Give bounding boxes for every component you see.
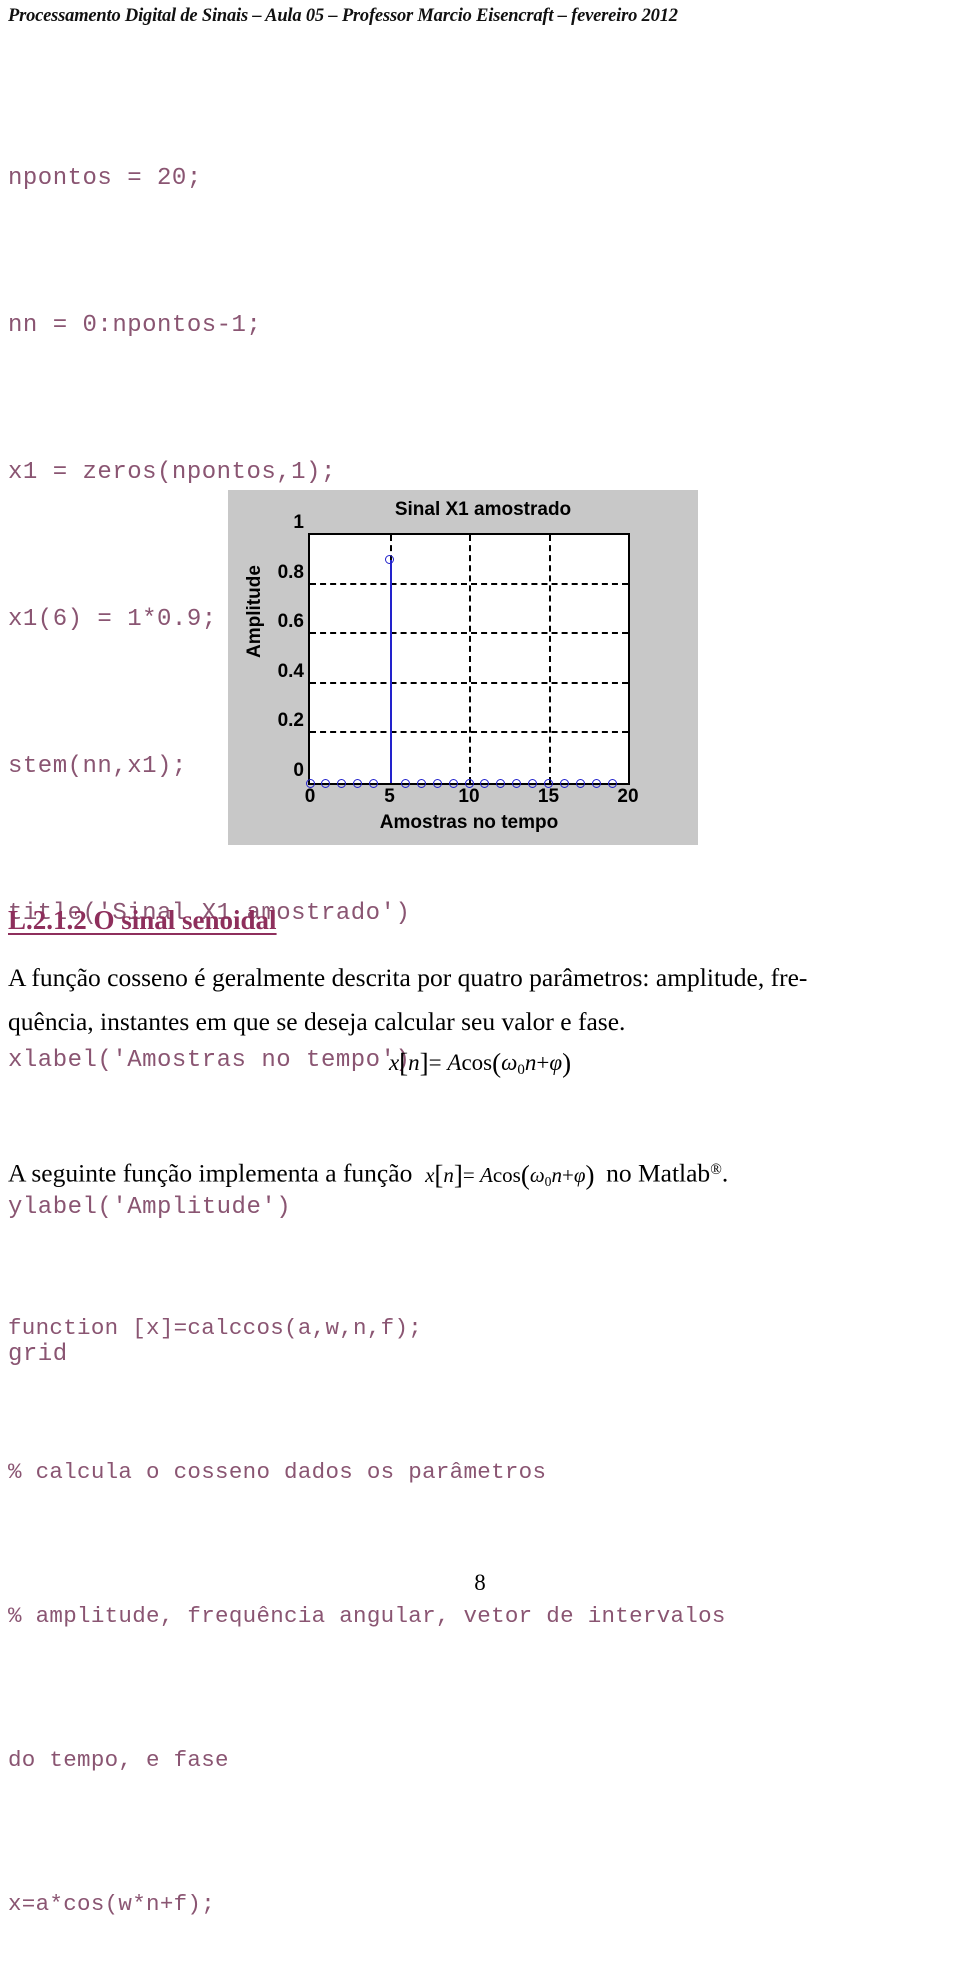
chart-data-marker [575, 778, 585, 788]
chart-y-tick-label: 0.8 [277, 561, 304, 583]
code-line: do tempo, e fase [8, 1747, 229, 1773]
page-running-header: Processamento Digital de Sinais – Aula 0… [8, 6, 678, 26]
chart-y-tick-label: 0.6 [277, 611, 304, 633]
chart-data-marker [432, 778, 442, 788]
chart-y-axis-label: Amplitude [244, 565, 265, 658]
chart-y-tick-label: 0.2 [277, 710, 304, 732]
section-heading: L.2.1.2 O sinal senoidal [8, 905, 277, 935]
chart-data-marker [448, 778, 458, 788]
paragraph-text-after: no Matlab [606, 1158, 711, 1188]
inline-equation-cosine: x[n]= Acos(ω0n+φ) [425, 1159, 600, 1190]
code-line: nn = 0:npontos-1; [8, 312, 262, 339]
inline-eq-omega: ω [529, 1162, 545, 1187]
chart-data-marker [337, 778, 347, 788]
chart-x-tick-label: 20 [617, 786, 639, 807]
equation-omega-subscript: 0 [517, 1062, 525, 1079]
code-line: function [x]=calccos(a,w,n,f); [8, 1315, 423, 1341]
chart-data-marker [385, 555, 394, 565]
equation-cos: cos [461, 1050, 493, 1075]
inline-eq-amplitude: A [480, 1162, 493, 1187]
chart-data-marker [544, 778, 553, 788]
inline-eq-cos: cos [492, 1162, 521, 1187]
page-number: 8 [474, 1570, 486, 1595]
chart-data-marker [400, 778, 410, 788]
registered-trademark-icon: ® [710, 1161, 722, 1178]
inline-eq-equals: = [462, 1162, 475, 1187]
paragraph-intro: A função cosseno é geralmente descrita p… [8, 956, 952, 1044]
chart-y-tick-label: 0.4 [277, 660, 304, 682]
inline-eq-var-n: n [443, 1162, 454, 1187]
chart-data-marker [464, 778, 474, 788]
chart-gridline-vertical [469, 535, 471, 783]
equation-omega: ω [501, 1050, 518, 1075]
inline-eq-plus: + [561, 1162, 574, 1187]
chart-plot-area: 0 0.2 0.4 0.6 0.8 1 0 5 10 15 20 [278, 512, 639, 807]
inline-eq-var-x: x [425, 1162, 435, 1187]
chart-x-tick-label: 5 [384, 786, 395, 807]
equation-paren-open: ( [492, 1048, 502, 1078]
inline-eq-var-n2: n [551, 1162, 562, 1187]
chart-x-axis-label: Amostras no tempo [379, 812, 559, 833]
paragraph-text-end: . [721, 1158, 729, 1188]
paragraph-text-before: A seguinte função implementa a função [8, 1158, 413, 1188]
chart-x-tick-label: 15 [537, 786, 560, 807]
chart-gridline-vertical [548, 535, 551, 783]
equation-bracket-open: [ [399, 1048, 409, 1078]
chart-data-marker [353, 778, 363, 788]
chart-data-marker [512, 778, 522, 788]
equation-plus: + [536, 1050, 550, 1075]
chart-data-marker [480, 778, 490, 788]
equation-var-n: n [408, 1050, 420, 1075]
paragraph-line: A função cosseno é geralmente descrita p… [8, 963, 808, 992]
chart-stem-line [389, 559, 392, 783]
figure-canvas: Sinal X1 amostrado Amplitude Amostras no… [228, 490, 698, 845]
chart-data-marker [559, 778, 569, 788]
inline-eq-phi: φ [573, 1162, 586, 1187]
chart-data-marker [416, 778, 426, 788]
inline-eq-paren-open: ( [520, 1159, 530, 1190]
chart-data-marker [607, 778, 617, 788]
display-equation-cosine: x[n]= Acos(ω0n+φ) [0, 1048, 960, 1079]
chart-data-marker [321, 778, 331, 788]
chart-y-tick-label: 1 [293, 512, 304, 533]
equation-var-n2: n [524, 1050, 537, 1075]
code-line: % calcula o cosseno dados os parâmetros [8, 1459, 547, 1485]
chart-data-marker [591, 778, 601, 788]
chart-data-marker [305, 778, 315, 788]
equation-amplitude: A [447, 1050, 462, 1075]
chart-data-marker [369, 778, 379, 788]
chart-data-marker [496, 778, 506, 788]
equation-phi: φ [549, 1050, 563, 1075]
paragraph-line: quência, instantes em que se deseja calc… [8, 1007, 626, 1036]
equation-var-x: x [388, 1050, 400, 1075]
code-line: npontos = 20; [8, 165, 202, 192]
matlab-figure: Sinal X1 amostrado Amplitude Amostras no… [228, 490, 698, 845]
inline-eq-paren-close: ) [585, 1159, 595, 1190]
code-line: % amplitude, frequência angular, vetor d… [8, 1603, 726, 1629]
equation-paren-close: ) [562, 1048, 572, 1078]
chart-data-marker [528, 778, 538, 788]
equation-equals: = [428, 1050, 442, 1075]
inline-eq-bracket-close: ] [453, 1159, 463, 1190]
paragraph-function-intro: A seguinte função implementa a função x[… [8, 1148, 952, 1203]
equation-bracket-close: ] [419, 1048, 429, 1078]
chart-x-tick-label: 10 [458, 786, 480, 807]
code-line: x=a*cos(w*n+f); [8, 1891, 216, 1917]
chart-y-tick-label: 0 [293, 760, 304, 781]
chart-x-tick-label: 0 [304, 786, 316, 807]
